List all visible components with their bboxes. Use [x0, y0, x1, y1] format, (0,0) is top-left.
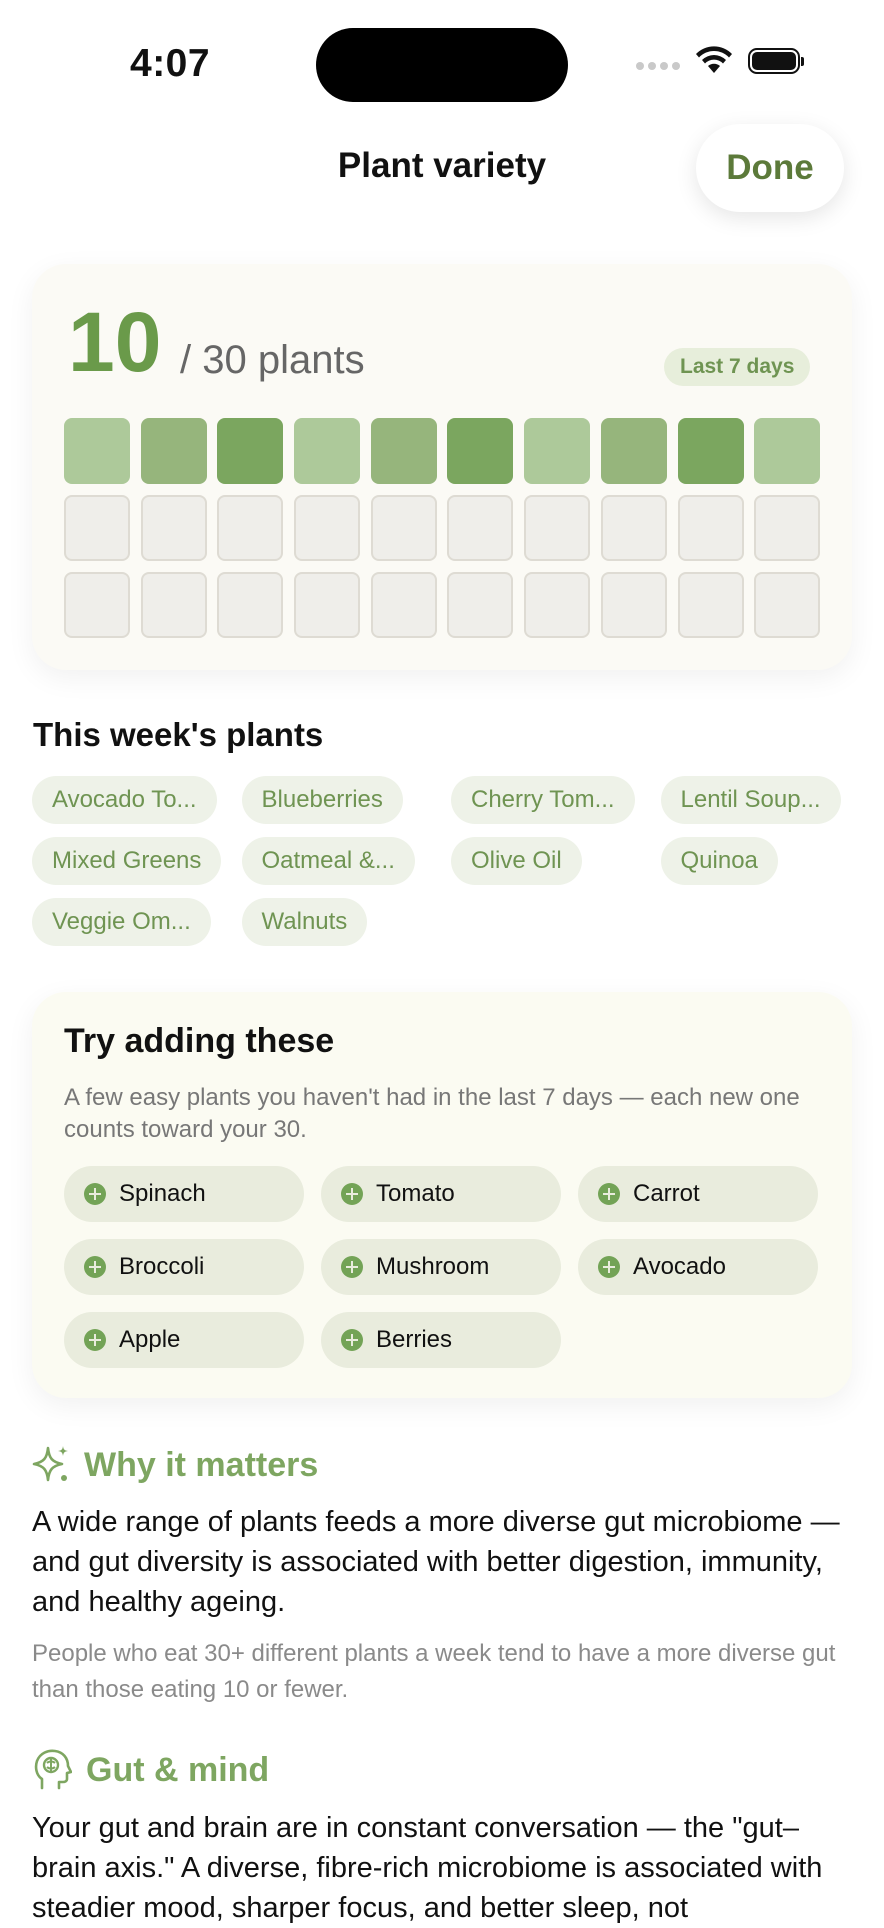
why-header: Why it matters	[32, 1444, 318, 1486]
grid-cell-empty	[524, 495, 591, 561]
battery-icon	[748, 48, 804, 74]
plant-chip[interactable]: Mixed Greens	[32, 837, 222, 885]
plus-circle-icon	[341, 1329, 363, 1351]
grid-cell-empty	[524, 572, 591, 638]
add-plant-button[interactable]: Mushroom	[321, 1239, 561, 1295]
why-note: People who eat 30+ different plants a we…	[32, 1640, 836, 1703]
add-plant-label: Apple	[119, 1326, 181, 1353]
plant-progress-grid	[64, 418, 821, 638]
plus-circle-icon	[341, 1183, 363, 1205]
grid-cell-filled	[217, 418, 284, 484]
add-plant-label: Tomato	[376, 1180, 455, 1207]
plant-count: 10	[68, 295, 162, 389]
grid-cell-filled	[370, 418, 437, 484]
plant-chip[interactable]: Cherry Tom...	[451, 776, 635, 824]
grid-cell-empty	[140, 495, 207, 561]
plus-circle-icon	[84, 1256, 106, 1278]
status-icons	[636, 46, 804, 76]
grid-cell-empty	[140, 572, 207, 638]
plant-goal: / 30 plants	[180, 338, 365, 382]
plant-chip[interactable]: Quinoa	[660, 837, 778, 885]
week-plants-list: Avocado To... Blueberries Cherry Tom... Len…	[32, 776, 852, 946]
status-time: 4:07	[130, 42, 211, 85]
grid-cell-empty	[64, 495, 130, 561]
plant-chip[interactable]: Veggie Om...	[32, 898, 211, 946]
gut-mind-body: Your gut and brain are in constant conve…	[32, 1812, 823, 1924]
plus-circle-icon	[598, 1183, 620, 1205]
plant-chip[interactable]: Oatmeal &...	[241, 837, 415, 885]
add-plant-button[interactable]: Tomato	[321, 1166, 561, 1222]
period-badge: Last 7 days	[664, 348, 811, 386]
add-plant-button[interactable]: Spinach	[64, 1166, 304, 1222]
add-plant-button[interactable]: Carrot	[578, 1166, 818, 1222]
grid-cell-empty	[217, 572, 284, 638]
plant-chip[interactable]: Avocado To...	[32, 776, 217, 824]
grid-cell-filled	[600, 418, 667, 484]
add-plant-label: Broccoli	[119, 1253, 205, 1280]
wifi-icon	[696, 46, 732, 73]
plus-circle-icon	[341, 1256, 363, 1278]
suggestions-card: Try adding these A few easy plants you h…	[32, 992, 852, 1398]
status-bar: 4:07	[0, 0, 884, 120]
grid-cell-filled	[754, 418, 821, 484]
grid-cell-filled	[294, 418, 361, 484]
plus-circle-icon	[598, 1256, 620, 1278]
plant-count-card: 10 / 30 plants Last 7 days	[32, 264, 852, 670]
suggestions-title: Try adding these	[64, 1022, 335, 1060]
grid-cell-filled	[524, 418, 591, 484]
grid-cell-empty	[677, 495, 744, 561]
add-plant-label: Spinach	[119, 1180, 206, 1207]
gut-mind-title: Gut & mind	[86, 1750, 270, 1789]
why-body: A wide range of plants feeds a more dive…	[32, 1506, 840, 1618]
grid-cell-empty	[754, 572, 821, 638]
plus-circle-icon	[84, 1329, 106, 1351]
add-plant-button[interactable]: Berries	[321, 1312, 561, 1368]
grid-cell-filled	[447, 418, 514, 484]
sparkles-icon	[32, 1446, 68, 1482]
cellular-signal-icon	[636, 62, 680, 70]
grid-cell-empty	[370, 572, 437, 638]
add-plant-button[interactable]: Apple	[64, 1312, 304, 1368]
grid-cell-empty	[600, 495, 667, 561]
plus-circle-icon	[84, 1183, 106, 1205]
grid-cell-filled	[64, 418, 130, 484]
grid-cell-filled	[140, 418, 207, 484]
brain-head-icon	[34, 1749, 72, 1790]
grid-cell-filled	[677, 418, 744, 484]
grid-cell-empty	[294, 495, 361, 561]
grid-cell-empty	[294, 572, 361, 638]
add-plant-label: Berries	[376, 1326, 453, 1353]
grid-cell-empty	[447, 495, 514, 561]
add-plant-button[interactable]: Avocado	[578, 1239, 818, 1295]
why-title: Why it matters	[84, 1445, 319, 1484]
add-plant-label: Carrot	[633, 1180, 700, 1207]
grid-cell-empty	[217, 495, 284, 561]
add-plant-label: Mushroom	[376, 1253, 490, 1280]
grid-cell-empty	[64, 572, 130, 638]
grid-cell-empty	[370, 495, 437, 561]
grid-cell-empty	[600, 572, 667, 638]
plant-chip[interactable]: Walnuts	[241, 898, 368, 946]
grid-cell-empty	[677, 572, 744, 638]
add-plant-button[interactable]: Broccoli	[64, 1239, 304, 1295]
plant-chip[interactable]: Olive Oil	[451, 837, 582, 885]
week-plants-title: This week's plants	[33, 716, 324, 753]
grid-cell-empty	[754, 495, 821, 561]
gut-mind-header: Gut & mind	[32, 1748, 269, 1792]
plant-chip[interactable]: Blueberries	[241, 776, 403, 824]
suggestions-subtitle: A few easy plants you haven't had in the…	[64, 1084, 800, 1143]
add-plant-label: Avocado	[633, 1253, 726, 1280]
dynamic-island	[316, 28, 568, 102]
plant-chip[interactable]: Lentil Soup...	[660, 776, 841, 824]
grid-cell-empty	[447, 572, 514, 638]
suggestions-list: Spinach Tomato Carrot Broccoli Mushroom Avoca…	[64, 1166, 818, 1368]
done-button[interactable]: Done	[696, 124, 844, 212]
